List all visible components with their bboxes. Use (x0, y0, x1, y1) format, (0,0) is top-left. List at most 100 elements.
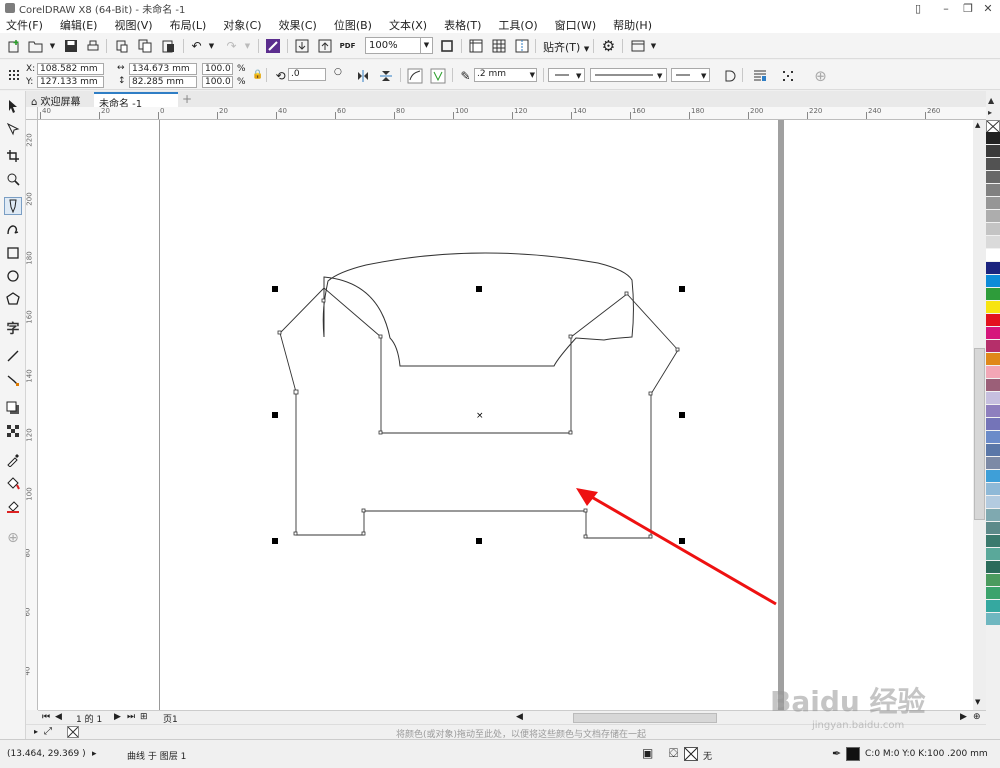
color-swatch[interactable] (986, 600, 1000, 613)
color-swatch[interactable] (986, 262, 1000, 275)
color-proof-icon[interactable]: ▣ (642, 746, 653, 760)
color-swatch[interactable] (986, 210, 1000, 223)
color-swatch[interactable] (986, 145, 1000, 158)
line-style-select[interactable]: ▼ (590, 68, 667, 82)
cut-icon[interactable] (113, 37, 130, 54)
export-icon[interactable] (316, 37, 333, 54)
paste-icon[interactable] (159, 37, 176, 54)
x-position-input[interactable]: 108.582 mm (37, 63, 104, 75)
first-page-icon[interactable]: ⏮ (42, 712, 50, 722)
show-guidelines-icon[interactable] (513, 37, 530, 54)
fill-none-swatch[interactable] (684, 747, 698, 761)
trim-icon[interactable] (429, 67, 446, 84)
ruler-origin[interactable] (26, 107, 38, 120)
tab-untitled-document[interactable]: 未命名 -1 (94, 92, 178, 110)
height-input[interactable]: 82.285 mm (129, 76, 197, 88)
scroll-up-icon[interactable]: ▲ (975, 121, 980, 129)
color-swatch[interactable] (986, 444, 1000, 457)
color-swatch[interactable] (986, 470, 1000, 483)
open-dropdown-icon[interactable]: ▼ (44, 37, 61, 54)
export-pdf-icon[interactable]: PDF (339, 37, 356, 54)
launcher-dropdown-icon[interactable]: ▼ (645, 37, 662, 54)
menu-view[interactable]: 视图(V) (114, 17, 152, 33)
color-swatch[interactable] (986, 184, 1000, 197)
open-folder-icon[interactable] (27, 37, 44, 54)
color-swatch[interactable] (986, 301, 1000, 314)
y-position-input[interactable]: 127.133 mm (37, 76, 104, 88)
menu-text[interactable]: 文本(X) (389, 17, 427, 33)
rectangle-tool-icon[interactable] (4, 244, 22, 262)
menu-window[interactable]: 窗口(W) (555, 17, 596, 33)
show-rulers-icon[interactable] (467, 37, 484, 54)
color-swatch[interactable] (986, 158, 1000, 171)
color-swatch[interactable] (986, 314, 1000, 327)
vertical-scroll-thumb[interactable] (974, 348, 985, 520)
zoom-tool-icon[interactable] (4, 170, 22, 188)
scroll-right-icon[interactable]: ▶ (960, 712, 967, 722)
object-origin-icon[interactable] (5, 66, 22, 83)
close-curve-icon[interactable] (721, 67, 738, 84)
freehand-tool-icon[interactable] (4, 197, 22, 215)
import-icon[interactable] (293, 37, 310, 54)
crop-tool-icon[interactable] (4, 147, 22, 165)
color-swatch[interactable] (986, 457, 1000, 470)
horizontal-scroll-thumb[interactable] (573, 713, 717, 723)
color-swatch[interactable] (986, 548, 1000, 561)
color-swatch[interactable] (986, 392, 1000, 405)
color-swatch[interactable] (986, 535, 1000, 548)
color-swatch[interactable] (986, 613, 1000, 626)
new-document-icon[interactable] (5, 37, 22, 54)
color-swatch[interactable] (986, 587, 1000, 600)
drop-shadow-icon[interactable] (4, 399, 22, 417)
end-arrowhead-select[interactable]: ▼ (671, 68, 710, 82)
add-tool-icon[interactable]: ⊕ (4, 529, 22, 547)
options-gear-icon[interactable]: ⚙ (600, 37, 617, 55)
menu-layout[interactable]: 布局(L) (170, 17, 207, 33)
full-screen-icon[interactable] (438, 37, 455, 54)
doc-no-color-swatch[interactable] (67, 726, 79, 738)
redo-dropdown-icon[interactable]: ▼ (239, 37, 256, 54)
color-swatch[interactable] (986, 171, 1000, 184)
artistic-media-icon[interactable] (4, 220, 22, 238)
horizontal-ruler[interactable]: 40 20 0 20 40 60 80 100 120 140 160 180 200 220 240 260 (38, 107, 986, 120)
shape-tool-icon[interactable] (4, 120, 22, 138)
color-swatch[interactable] (986, 197, 1000, 210)
snap-to-button[interactable]: 贴齐(T) ▼ (543, 39, 589, 55)
color-swatch[interactable] (986, 509, 1000, 522)
doc-palette-menu-icon[interactable]: ▸ (34, 727, 38, 736)
fill-bucket-icon[interactable]: ⛋ (669, 746, 678, 761)
color-swatch[interactable] (986, 483, 1000, 496)
zoom-navigator-icon[interactable]: ⊕ (973, 712, 981, 722)
color-swatch[interactable] (986, 132, 1000, 145)
last-page-icon[interactable]: ⏭ (127, 712, 135, 722)
start-arrowhead-select[interactable]: ▼ (548, 68, 585, 82)
application-launcher-icon[interactable] (629, 37, 646, 54)
add-toolbar-item-icon[interactable]: ⊕ (812, 67, 829, 85)
menu-file[interactable]: 文件(F) (6, 17, 43, 33)
color-swatch[interactable] (986, 574, 1000, 587)
scale-x-input[interactable]: 100.0 (202, 63, 233, 75)
copy-icon[interactable] (136, 37, 153, 54)
outline-color-swatch[interactable] (846, 747, 860, 761)
menu-bitmaps[interactable]: 位图(B) (334, 17, 372, 33)
scroll-left-icon[interactable]: ◀ (516, 712, 523, 722)
menu-help[interactable]: 帮助(H) (613, 17, 652, 33)
color-swatch[interactable] (986, 418, 1000, 431)
menu-tools[interactable]: 工具(O) (498, 17, 537, 33)
color-swatch[interactable] (986, 431, 1000, 444)
vertical-ruler[interactable]: 22020018016014012010080604020 (26, 120, 38, 710)
menu-table[interactable]: 表格(T) (444, 17, 481, 33)
vertical-scrollbar[interactable]: ▲ ▼ (973, 120, 986, 710)
text-tool-icon[interactable]: 字 (4, 318, 22, 337)
color-swatch[interactable] (986, 275, 1000, 288)
drawing-canvas[interactable]: × (38, 120, 986, 710)
color-swatch[interactable] (986, 366, 1000, 379)
transparency-icon[interactable] (4, 422, 22, 440)
interactive-fill-icon[interactable] (4, 474, 22, 492)
eyedropper-small-icon[interactable]: ⤢ (44, 726, 52, 737)
parallel-dimension-icon[interactable] (4, 347, 22, 365)
new-tab-plus-icon[interactable]: + (181, 93, 193, 105)
color-swatch[interactable] (986, 353, 1000, 366)
color-swatch[interactable] (986, 379, 1000, 392)
palette-scroll-up-icon[interactable]: ▲ (988, 96, 994, 105)
